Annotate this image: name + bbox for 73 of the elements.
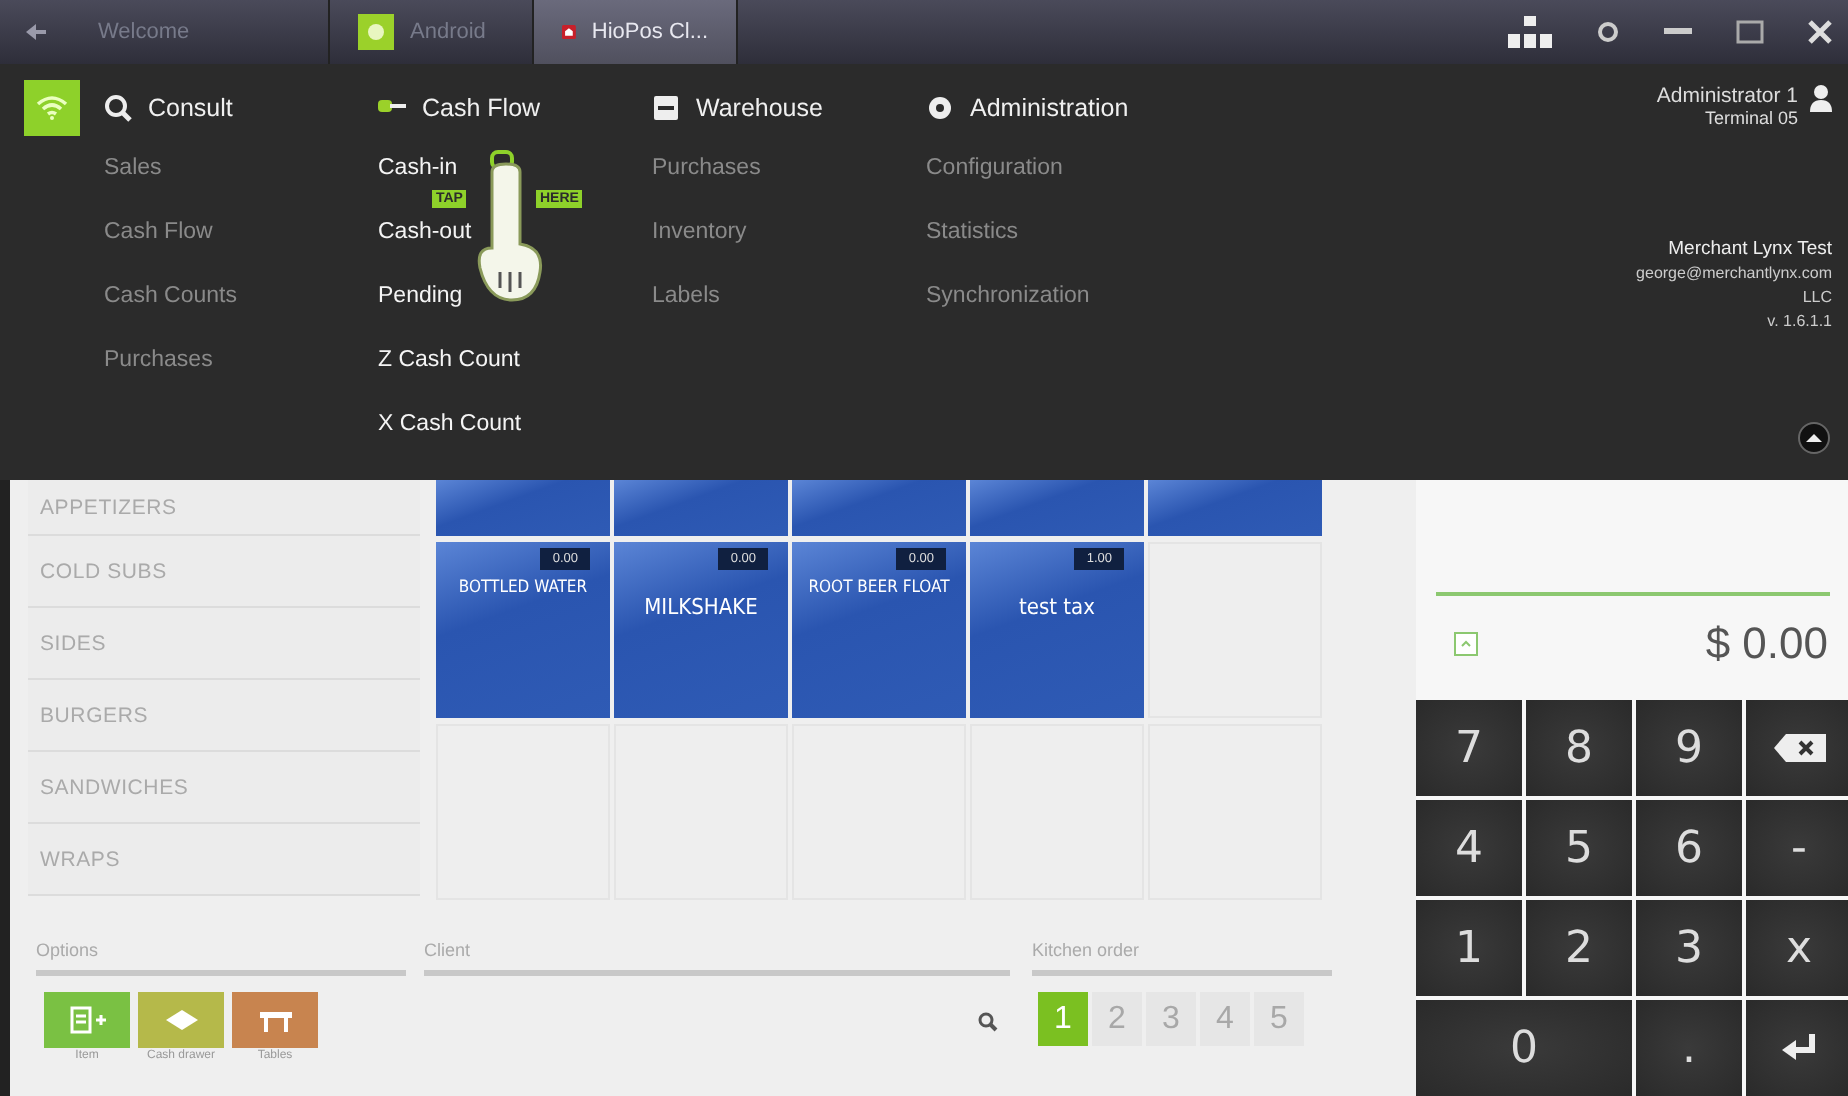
product-tile[interactable] <box>436 480 610 536</box>
back-arrow-icon[interactable] <box>23 22 47 42</box>
box-icon <box>652 94 680 122</box>
merchant-info: LLC <box>1802 286 1832 310</box>
product-tile[interactable] <box>614 480 788 536</box>
keypad-key[interactable]: 1 <box>1416 900 1522 996</box>
enter-key[interactable] <box>1746 1000 1848 1096</box>
product-name: MILKSHAKE <box>642 598 760 618</box>
keypad-key[interactable]: 2 <box>1526 900 1632 996</box>
merchant-info: v. 1.6.1.1 <box>1767 310 1832 334</box>
minimize-icon[interactable] <box>1664 28 1692 36</box>
keypad-key[interactable]: 3 <box>1636 900 1742 996</box>
wifi-icon <box>36 96 68 120</box>
menu-heading[interactable]: Consult <box>104 80 378 136</box>
keypad-key[interactable]: 8 <box>1526 700 1632 796</box>
maximize-icon[interactable] <box>1736 20 1764 44</box>
backspace-key[interactable] <box>1746 700 1848 796</box>
menu-heading[interactable]: Cash Flow <box>378 80 652 136</box>
keypad-key[interactable]: x <box>1746 900 1848 996</box>
enter-icon <box>1781 1034 1817 1062</box>
keypad-key[interactable]: 9 <box>1636 700 1742 796</box>
product-tile[interactable] <box>970 480 1144 536</box>
app-icon <box>358 14 394 50</box>
menu-item[interactable]: Purchases <box>104 342 213 378</box>
product-tile[interactable] <box>792 480 966 536</box>
drawer-icon <box>161 1004 201 1036</box>
menu-item[interactable]: Cash-in <box>378 150 458 186</box>
menu-item[interactable]: Statistics <box>926 214 1019 250</box>
menu-heading[interactable]: Administration <box>926 80 1200 136</box>
gear-icon <box>926 94 954 122</box>
menu-item[interactable]: Purchases <box>652 150 761 186</box>
user-name: Administrator 1 <box>1656 84 1798 108</box>
user-icon <box>1810 84 1832 112</box>
menu-item[interactable]: Configuration <box>926 150 1063 186</box>
menu-item[interactable]: Pending <box>378 278 463 314</box>
collapse-icon[interactable] <box>1798 422 1830 454</box>
section-label: Kitchen order <box>1032 940 1332 976</box>
keypad-key[interactable]: 0 <box>1416 1000 1632 1096</box>
keypad-key[interactable]: 4 <box>1416 800 1522 896</box>
option-button[interactable] <box>232 992 318 1048</box>
menu-heading[interactable]: Warehouse <box>652 80 926 136</box>
menu-item[interactable]: Cash Counts <box>104 278 237 314</box>
add-item-icon <box>67 1004 107 1036</box>
product-tile[interactable] <box>1148 480 1322 536</box>
search-icon <box>104 94 132 122</box>
total-amount: $ 0.00 <box>1705 618 1828 671</box>
merchant-info: george@merchantlynx.com <box>1636 262 1832 286</box>
menu-item[interactable]: Labels <box>652 278 720 314</box>
keypad-key[interactable]: - <box>1746 800 1848 896</box>
menu-item[interactable]: Cash Flow <box>104 214 213 250</box>
backspace-icon <box>1773 734 1825 762</box>
keypad-key[interactable]: 5 <box>1526 800 1632 896</box>
menu-item[interactable]: Inventory <box>652 214 747 250</box>
menu-item[interactable]: Sales <box>104 150 162 186</box>
terminal-name: Terminal 05 <box>1704 108 1798 128</box>
menu-item[interactable]: X Cash Count <box>378 406 522 442</box>
merchant-info: Merchant Lynx Test <box>1668 238 1832 262</box>
menu-item[interactable]: Cash-out <box>378 214 472 250</box>
menu-item[interactable]: Synchronization <box>926 278 1090 314</box>
settings-icon[interactable] <box>1596 20 1620 44</box>
menu-item[interactable]: Z Cash Count <box>378 342 520 378</box>
close-icon[interactable] <box>1808 20 1832 44</box>
search-icon[interactable] <box>978 1012 998 1032</box>
section-label: Options <box>36 940 406 976</box>
product-name: ROOT BEER FLOAT <box>806 578 952 598</box>
keypad-key[interactable]: 6 <box>1636 800 1742 896</box>
product-name: BOTTLED WATER <box>456 578 590 598</box>
keypad-key[interactable]: . <box>1636 1000 1742 1096</box>
product-name: test tax <box>1017 598 1097 618</box>
keypad-key[interactable]: 7 <box>1416 700 1522 796</box>
window-tab[interactable]: HioPos Cl... <box>534 0 738 64</box>
network-icon[interactable] <box>1508 16 1552 48</box>
section-label: Client <box>424 940 1010 976</box>
